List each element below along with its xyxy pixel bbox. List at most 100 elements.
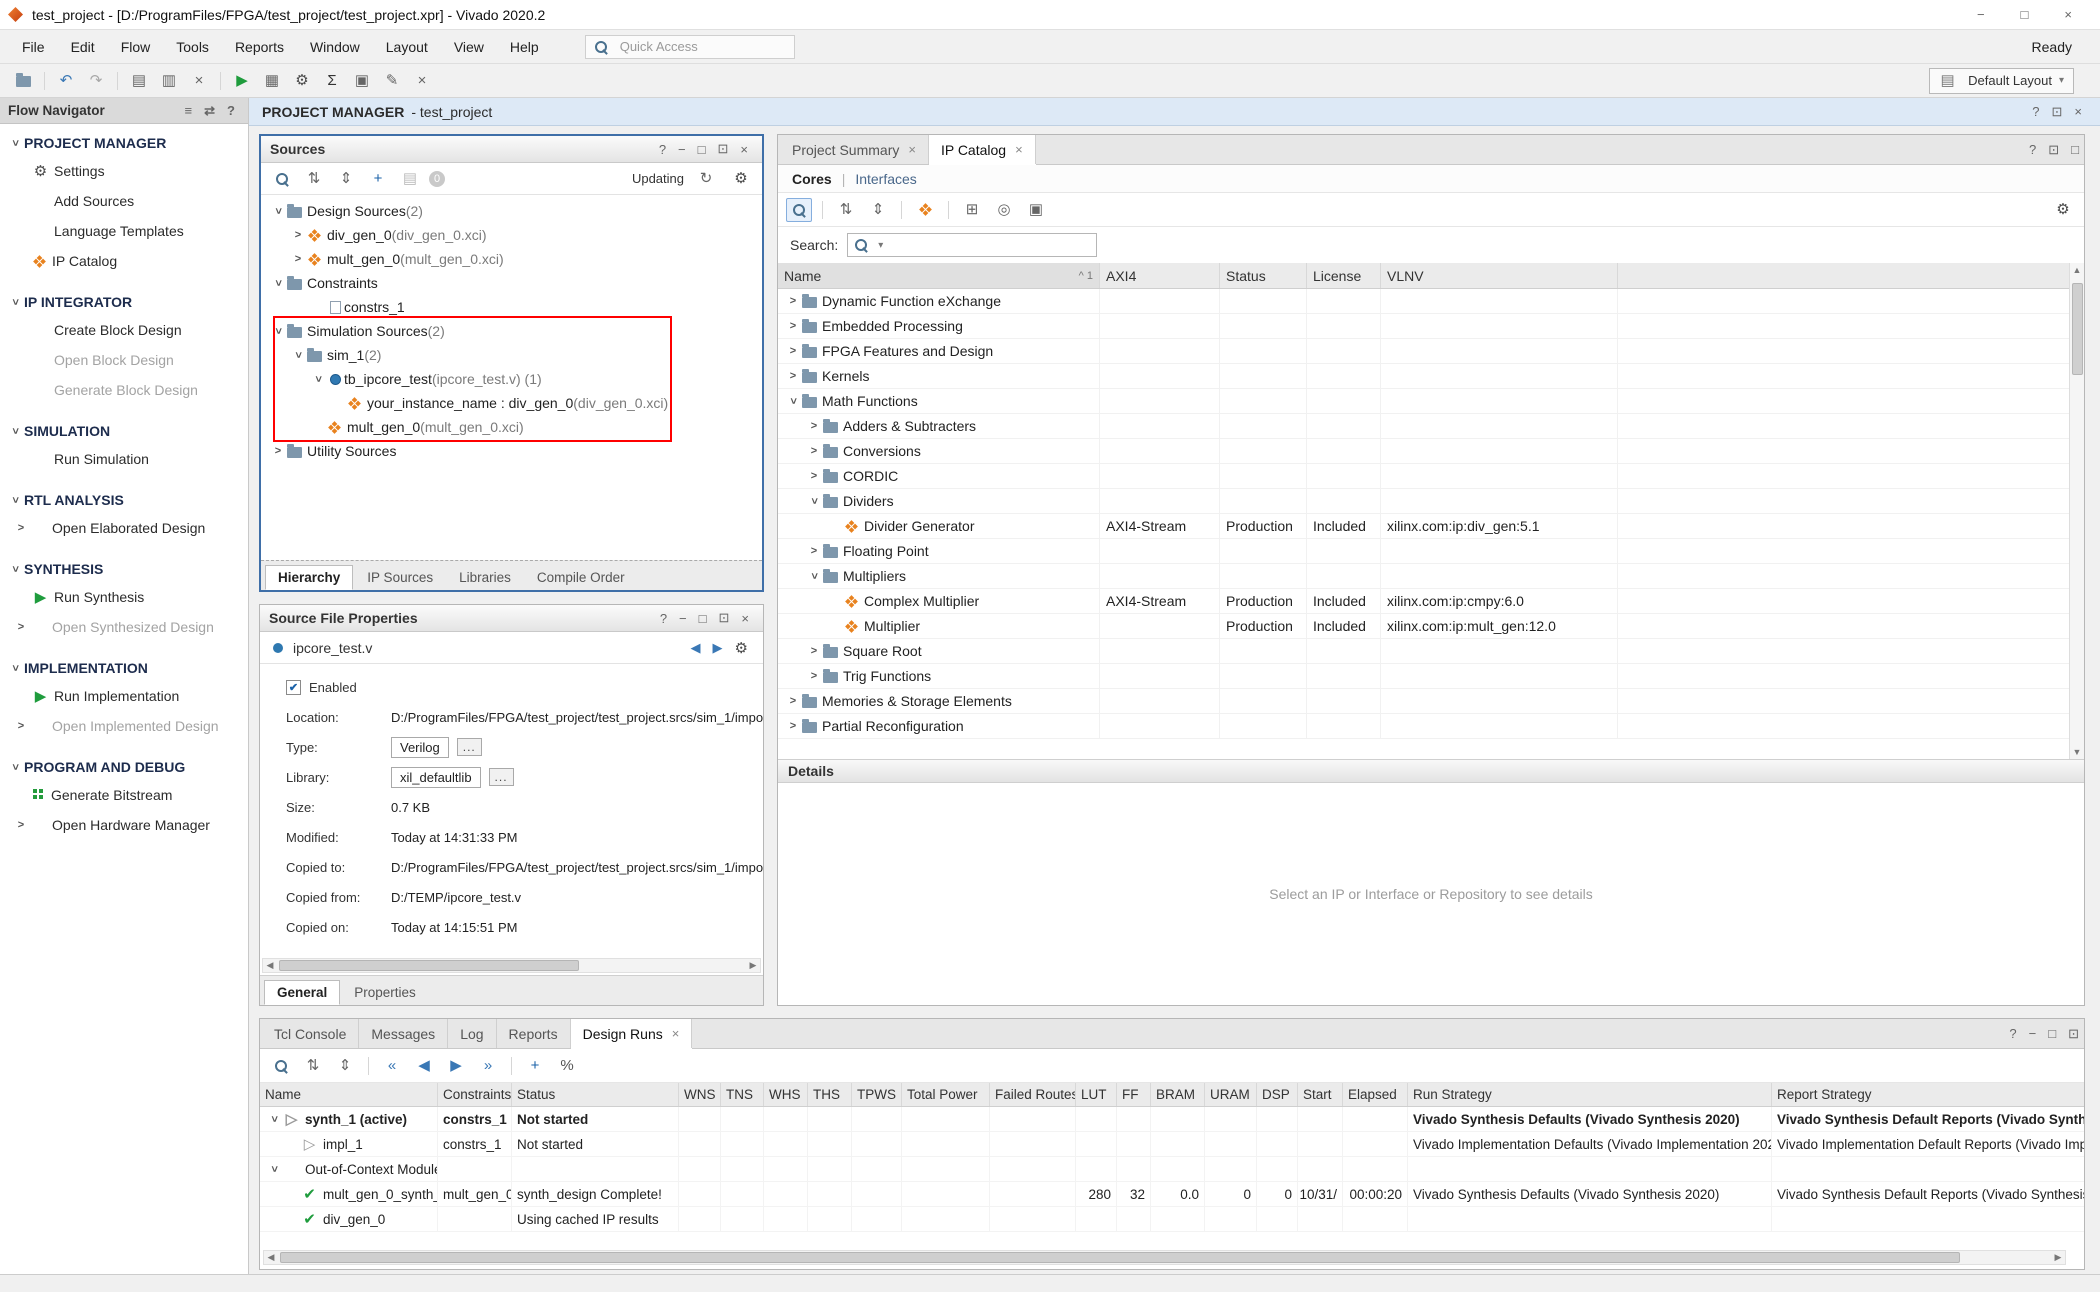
settings-button[interactable]: ⚙ — [735, 639, 748, 657]
workspace-tab-project-summary[interactable]: Project Summary× — [780, 135, 929, 164]
close-tab-icon[interactable]: × — [1015, 142, 1023, 157]
expander-icon[interactable]: > — [12, 522, 30, 534]
search-button[interactable] — [269, 167, 295, 191]
properties-tab-properties[interactable]: Properties — [342, 980, 428, 1005]
minimize-button[interactable]: − — [678, 142, 686, 157]
flow-item-run-synthesis[interactable]: ▶Run Synthesis — [0, 582, 248, 612]
nav-forward-button[interactable]: ▶ — [713, 640, 723, 656]
expander-icon[interactable]: > — [9, 560, 21, 578]
bottom-tab-messages[interactable]: Messages — [359, 1019, 448, 1048]
sources-tab-compile-order[interactable]: Compile Order — [525, 565, 637, 590]
float-button[interactable]: ⊡ — [2068, 1026, 2079, 1042]
property-value-input[interactable]: xil_defaultlib — [391, 767, 481, 788]
source-tree-item-simulation-sources[interactable]: >Simulation Sources (2) — [261, 319, 762, 343]
step-back-button[interactable]: ◀ — [411, 1054, 437, 1078]
menu-help[interactable]: Help — [498, 35, 551, 59]
minimize-button[interactable]: − — [679, 611, 687, 626]
expander-icon[interactable]: > — [12, 819, 30, 831]
sources-panel-header[interactable]: Sources ?−□⊡× — [261, 136, 762, 163]
vertical-scrollbar[interactable]: ▲ ▼ — [2069, 263, 2084, 759]
stop-button[interactable]: × — [409, 69, 435, 93]
ip-column-status[interactable]: Status — [1220, 263, 1307, 288]
source-tree-item-constraints[interactable]: >Constraints — [261, 271, 762, 295]
close-button[interactable]: × — [740, 142, 748, 157]
elaborate-button[interactable]: Σ — [319, 69, 345, 93]
source-tree-item-utility-sources[interactable]: >Utility Sources — [261, 439, 762, 463]
expander-icon[interactable]: > — [272, 322, 284, 340]
search-button[interactable] — [786, 198, 812, 222]
expander-icon[interactable]: > — [9, 758, 21, 776]
runs-column-ths[interactable]: THS — [808, 1083, 852, 1106]
expander-icon[interactable]: > — [9, 659, 21, 677]
expander-icon[interactable]: > — [787, 392, 799, 410]
flow-section-simulation[interactable]: >SIMULATION — [0, 418, 248, 444]
ip-category-row-trig-functions[interactable]: >Trig Functions — [778, 664, 2084, 689]
flow-section-implementation[interactable]: >IMPLEMENTATION — [0, 655, 248, 681]
menu-window[interactable]: Window — [298, 35, 372, 59]
maximize-button[interactable]: □ — [2071, 142, 2079, 157]
close-button[interactable]: × — [2074, 104, 2082, 119]
ip-category-row-dynamic-function-exchange[interactable]: >Dynamic Function eXchange — [778, 289, 2084, 314]
flow-item-settings[interactable]: ⚙Settings — [0, 156, 248, 186]
create-runs-button[interactable]: + — [522, 1054, 548, 1078]
flow-section-ip-integrator[interactable]: >IP INTEGRATOR — [0, 289, 248, 315]
expander-icon[interactable]: > — [269, 445, 287, 457]
flow-item-generate-block-design[interactable]: Generate Block Design — [0, 375, 248, 405]
runs-column-elapsed[interactable]: Elapsed — [1343, 1083, 1408, 1106]
ip-category-row-embedded-processing[interactable]: >Embedded Processing — [778, 314, 2084, 339]
flow-item-ip-catalog[interactable]: IP Catalog — [0, 246, 248, 276]
flow-item-create-block-design[interactable]: Create Block Design — [0, 315, 248, 345]
step-forward-button[interactable]: ▶ — [443, 1054, 469, 1078]
expander-icon[interactable]: > — [292, 346, 304, 364]
runs-column-run-strategy[interactable]: Run Strategy — [1408, 1083, 1772, 1106]
flow-item-run-simulation[interactable]: Run Simulation — [0, 444, 248, 474]
ip-category-row-math-functions[interactable]: >Math Functions — [778, 389, 2084, 414]
browse-button[interactable]: ... — [489, 768, 514, 786]
source-tree-item-mult-gen-0[interactable]: >mult_gen_0 (mult_gen_0.xci) — [261, 247, 762, 271]
delete-button[interactable]: × — [186, 69, 212, 93]
expander-icon[interactable]: > — [9, 134, 21, 152]
close-tab-icon[interactable]: × — [672, 1026, 680, 1041]
expander-icon[interactable]: > — [272, 274, 284, 292]
horizontal-scrollbar[interactable]: ◀ ▶ — [262, 958, 761, 973]
menu-view[interactable]: View — [442, 35, 496, 59]
expand-all-button[interactable]: ⇕ — [865, 198, 891, 222]
float-button[interactable]: ⊡ — [2052, 104, 2063, 120]
scrollbar-thumb[interactable] — [279, 960, 579, 971]
menu-layout[interactable]: Layout — [374, 35, 440, 59]
ip-category-row-partial-reconfiguration[interactable]: >Partial Reconfiguration — [778, 714, 2084, 739]
open-button[interactable] — [10, 69, 36, 93]
source-tree-item-mult-gen-0[interactable]: mult_gen_0 (mult_gen_0.xci) — [261, 415, 762, 439]
bottom-tab-reports[interactable]: Reports — [497, 1019, 571, 1048]
expander-icon[interactable]: > — [9, 293, 21, 311]
runs-column-wns[interactable]: WNS — [679, 1083, 721, 1106]
runs-column-uram[interactable]: URAM — [1205, 1083, 1257, 1106]
maximize-button[interactable]: □ — [699, 611, 707, 626]
close-button[interactable]: × — [741, 611, 749, 626]
runs-column-start[interactable]: Start — [1298, 1083, 1343, 1106]
expander-icon[interactable]: > — [784, 295, 802, 307]
ip-category-row-memories-storage-elements[interactable]: >Memories & Storage Elements — [778, 689, 2084, 714]
expander-icon[interactable]: > — [805, 670, 823, 682]
expand-all-button[interactable]: ⇕ — [333, 167, 359, 191]
summary-button[interactable]: ▣ — [349, 69, 375, 93]
maximize-button[interactable]: □ — [2021, 7, 2029, 22]
search-button[interactable] — [268, 1054, 294, 1078]
menu-file[interactable]: File — [10, 35, 57, 59]
flow-item-open-hardware-manager[interactable]: >Open Hardware Manager — [0, 810, 248, 840]
scroll-right-icon[interactable]: ▶ — [746, 960, 760, 971]
flow-item-open-implemented-design[interactable]: >Open Implemented Design — [0, 711, 248, 741]
bottom-tab-log[interactable]: Log — [448, 1019, 496, 1048]
properties-tab-general[interactable]: General — [264, 980, 340, 1005]
flow-item-generate-bitstream[interactable]: Generate Bitstream — [0, 780, 248, 810]
close-button[interactable]: × — [2064, 7, 2072, 22]
maximize-button[interactable]: □ — [698, 142, 706, 157]
menu-tools[interactable]: Tools — [164, 35, 221, 59]
scroll-left-icon[interactable]: ◀ — [264, 1252, 278, 1263]
ip-category-row-square-root[interactable]: >Square Root — [778, 639, 2084, 664]
program-device-button[interactable]: ▦ — [259, 69, 285, 93]
ip-column-axi4[interactable]: AXI4 — [1100, 263, 1220, 288]
browse-button[interactable]: ... — [457, 738, 482, 756]
ip-row-divider-generator[interactable]: Divider GeneratorAXI4-StreamProductionIn… — [778, 514, 2084, 539]
scrollbar-thumb[interactable] — [280, 1252, 1960, 1263]
